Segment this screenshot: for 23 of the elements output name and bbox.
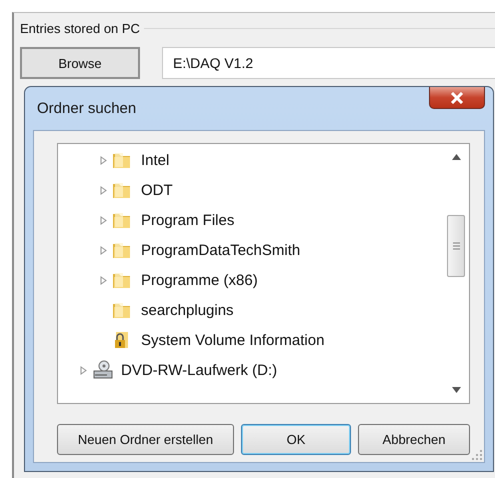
close-icon <box>450 92 464 104</box>
browse-button[interactable]: Browse <box>20 47 140 79</box>
dialog-button[interactable]: Neuen Ordner erstellen <box>57 424 234 455</box>
dialog-button[interactable]: OK <box>241 424 351 455</box>
group-title: Entries stored on PC <box>20 21 140 36</box>
path-field[interactable]: E:\DAQ V1.2 <box>162 47 495 79</box>
tree-item[interactable]: Intel <box>141 152 170 168</box>
dialog-title: Ordner suchen <box>36 100 136 117</box>
scroll-down-icon[interactable] <box>452 387 460 393</box>
tree-item[interactable]: ODT <box>141 182 173 198</box>
scrollbar-thumb[interactable] <box>447 215 465 277</box>
tree-item[interactable]: System Volume Information <box>141 332 324 348</box>
tree-item[interactable]: ProgramDataTechSmith <box>141 242 300 258</box>
tree-item[interactable]: Program Files <box>141 212 234 228</box>
tree-item[interactable]: DVD-RW-Laufwerk (D:) <box>121 362 278 378</box>
tree-item[interactable]: Programme (x86) <box>141 272 258 288</box>
grip-icon <box>452 242 460 250</box>
drive-icon <box>92 360 114 380</box>
resize-grip-icon[interactable] <box>472 450 482 460</box>
scroll-up-icon[interactable] <box>452 154 460 160</box>
close-button[interactable] <box>429 87 485 109</box>
tree-item[interactable]: searchplugins <box>141 302 234 318</box>
dialog-button[interactable]: Abbrechen <box>358 424 470 455</box>
